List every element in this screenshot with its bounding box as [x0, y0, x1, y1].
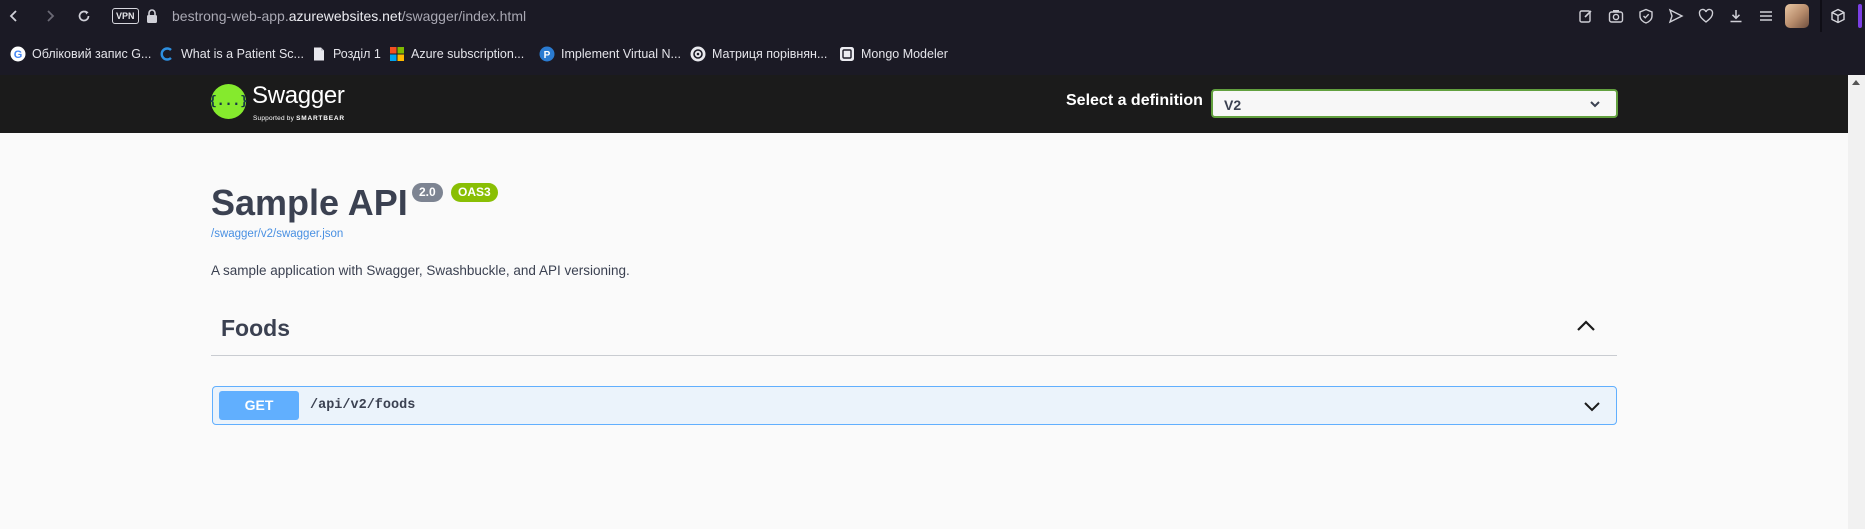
spec-json-link[interactable]: /swagger/v2/swagger.json	[211, 228, 343, 240]
definition-label: Select a definition	[1066, 92, 1203, 109]
bookmark-implement-virtual[interactable]: P Implement Virtual N...	[539, 45, 681, 63]
chevron-down-icon[interactable]	[1582, 399, 1602, 413]
bookmark-label: Обліковий запис G...	[32, 47, 152, 61]
bookmark-google-account[interactable]: G Обліковий запис G...	[10, 45, 151, 63]
toolbar-divider	[1820, 0, 1822, 32]
bookmark-label: Azure subscription...	[411, 47, 525, 61]
logo-supported-text: Supported by	[253, 115, 295, 122]
openai-icon	[690, 46, 706, 62]
google-icon: G	[10, 46, 26, 62]
chevron-up-icon[interactable]	[1575, 317, 1597, 335]
logo-brand-text: SMARTBEAR	[296, 115, 345, 122]
document-icon	[311, 46, 327, 62]
heart-icon[interactable]	[1696, 6, 1716, 26]
tag-section-foods[interactable]: Foods	[211, 300, 1617, 356]
reload-icon[interactable]	[74, 6, 94, 26]
bookmark-label: Mongo Modeler	[861, 47, 948, 61]
bookmark-mongo-modeler[interactable]: Mongo Modeler	[839, 45, 948, 63]
bookmark-label: Implement Virtual N...	[561, 47, 681, 61]
method-badge: GET	[219, 391, 299, 420]
send-icon[interactable]	[1666, 6, 1686, 26]
menu-icon[interactable]	[1756, 6, 1776, 26]
url-host: azurewebsites.net	[288, 8, 402, 24]
browser-side-panel-strip	[1820, 32, 1865, 75]
tag-name: Foods	[221, 315, 290, 341]
swagger-logo-subtitle: Supported by SMARTBEAR	[253, 115, 345, 122]
swagger-topbar: {...} Swagger Supported by SMARTBEAR Sel…	[0, 75, 1848, 133]
url-path: /swagger/index.html	[401, 8, 527, 24]
bookmarks-bar: G Обліковий запис G... What is a Patient…	[0, 32, 1820, 75]
oas-badge: OAS3	[451, 183, 498, 202]
operation-get-foods[interactable]: GET /api/v2/foods	[212, 386, 1617, 425]
bookmark-label: Розділ 1	[333, 47, 381, 61]
edit-icon[interactable]	[1576, 6, 1596, 26]
svg-text:G: G	[14, 49, 23, 61]
version-badge: 2.0	[412, 183, 443, 202]
swagger-logo-icon[interactable]: {...}	[209, 84, 248, 119]
microsoft-icon	[389, 46, 405, 62]
pearson-icon: P	[539, 46, 555, 62]
back-icon[interactable]	[4, 6, 24, 26]
bookmark-label: Матриця порівнян...	[712, 47, 828, 61]
profile-avatar[interactable]	[1785, 4, 1809, 28]
bookmark-label: What is a Patient Sc...	[181, 47, 304, 61]
shield-icon[interactable]	[1636, 6, 1656, 26]
bookmark-matrix-comparison[interactable]: Матриця порівнян...	[690, 45, 827, 63]
extensions-cube-icon[interactable]	[1828, 6, 1848, 26]
page-title: Sample API	[211, 182, 408, 223]
lock-icon[interactable]	[145, 8, 159, 24]
page-viewport: {...} Swagger Supported by SMARTBEAR Sel…	[0, 75, 1848, 529]
download-icon[interactable]	[1726, 6, 1746, 26]
address-bar[interactable]: bestrong-web-app.azurewebsites.net/swagg…	[172, 8, 526, 24]
api-description: A sample application with Swagger, Swash…	[211, 263, 630, 278]
svg-text:P: P	[544, 50, 551, 61]
operation-path: /api/v2/foods	[310, 398, 416, 413]
forward-icon[interactable]	[40, 6, 60, 26]
swagger-logo-text[interactable]: Swagger	[252, 82, 345, 110]
vpn-badge[interactable]: VPN	[112, 8, 139, 24]
bookmark-patient-screen[interactable]: What is a Patient Sc...	[159, 45, 304, 63]
bookmark-azure-subscription[interactable]: Azure subscription...	[389, 45, 524, 63]
chevron-down-icon	[1588, 97, 1602, 111]
url-prefix: bestrong-web-app.	[172, 8, 289, 24]
browser-toolbar: VPN bestrong-web-app.azurewebsites.net/s…	[0, 0, 1865, 32]
mongo-modeler-icon	[839, 46, 855, 62]
bookmark-rozdil-1[interactable]: Розділ 1	[311, 45, 381, 63]
page-scrollbar[interactable]	[1848, 75, 1865, 529]
camera-icon[interactable]	[1606, 6, 1626, 26]
sidebar-accent-bar	[1858, 4, 1862, 28]
definition-value: V2	[1224, 97, 1242, 113]
c-icon	[159, 46, 175, 62]
definition-select[interactable]: V2	[1211, 89, 1618, 118]
scroll-up-arrow[interactable]	[1852, 80, 1860, 85]
